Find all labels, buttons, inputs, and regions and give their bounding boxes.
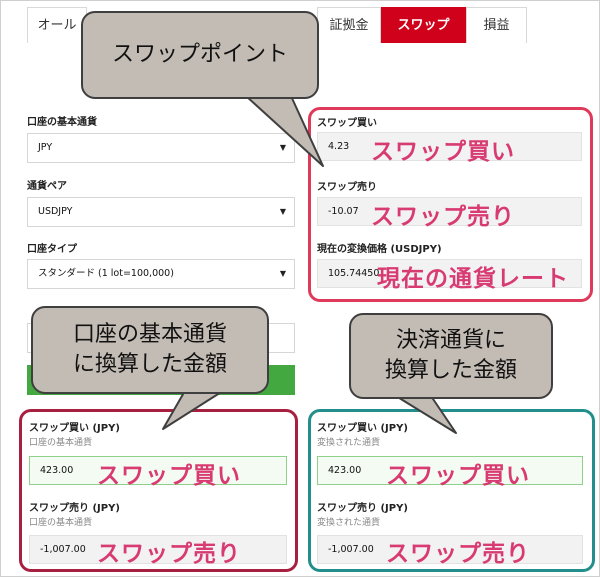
base-currency-callout-tail <box>162 388 227 430</box>
settlement-callout-tail <box>395 395 457 434</box>
settlement-callout: 決済通貨に 換算した金額 <box>349 313 553 399</box>
base-currency-callout: 口座の基本通貨 に換算した金額 <box>31 306 269 394</box>
swap-points-callout: スワップポイント <box>81 11 319 99</box>
swap-points-callout-tail <box>245 95 324 167</box>
